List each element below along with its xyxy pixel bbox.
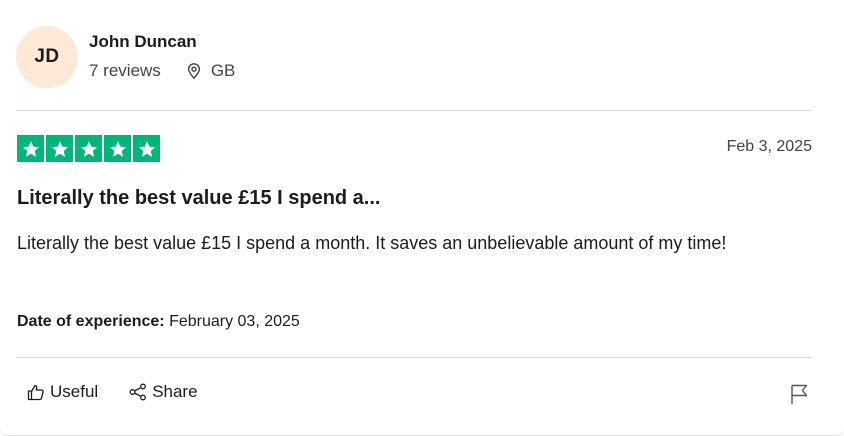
star-icon bbox=[46, 135, 73, 162]
experience-date: February 03, 2025 bbox=[169, 313, 300, 330]
share-label: Share bbox=[152, 382, 198, 401]
reviewer-name[interactable]: John Duncan bbox=[89, 32, 197, 52]
avatar[interactable]: JD bbox=[16, 26, 78, 88]
experience-label: Date of experience: bbox=[17, 313, 165, 330]
footer-divider bbox=[16, 357, 812, 358]
flag-icon[interactable] bbox=[789, 383, 809, 405]
share-button[interactable]: Share bbox=[128, 382, 198, 402]
star-icon bbox=[133, 135, 160, 162]
star-icon bbox=[17, 135, 44, 162]
header-divider bbox=[16, 110, 812, 111]
useful-button[interactable]: Useful bbox=[26, 382, 98, 402]
star-rating bbox=[17, 135, 160, 162]
review-body: Literally the best value £15 I spend a m… bbox=[17, 233, 727, 253]
star-icon bbox=[75, 135, 102, 162]
reviewer-meta: 7 reviews GB bbox=[89, 61, 235, 81]
star-icon bbox=[104, 135, 131, 162]
review-actions: Useful Share bbox=[26, 382, 198, 402]
avatar-initials: JD bbox=[34, 46, 60, 67]
reviewer-location: GB bbox=[210, 61, 236, 80]
review-count: 7 reviews bbox=[89, 61, 161, 80]
review-title[interactable]: Literally the best value £15 I spend a..… bbox=[17, 187, 380, 210]
share-icon bbox=[129, 383, 147, 401]
review-date: Feb 3, 2025 bbox=[726, 138, 812, 155]
review-card: JD John Duncan 7 reviews GB Feb 3, 2025 … bbox=[0, 0, 844, 436]
useful-label: Useful bbox=[50, 382, 99, 401]
thumbs-up-icon bbox=[27, 384, 44, 401]
date-of-experience: Date of experience: February 03, 2025 bbox=[17, 313, 300, 331]
location-pin-icon bbox=[187, 63, 200, 80]
